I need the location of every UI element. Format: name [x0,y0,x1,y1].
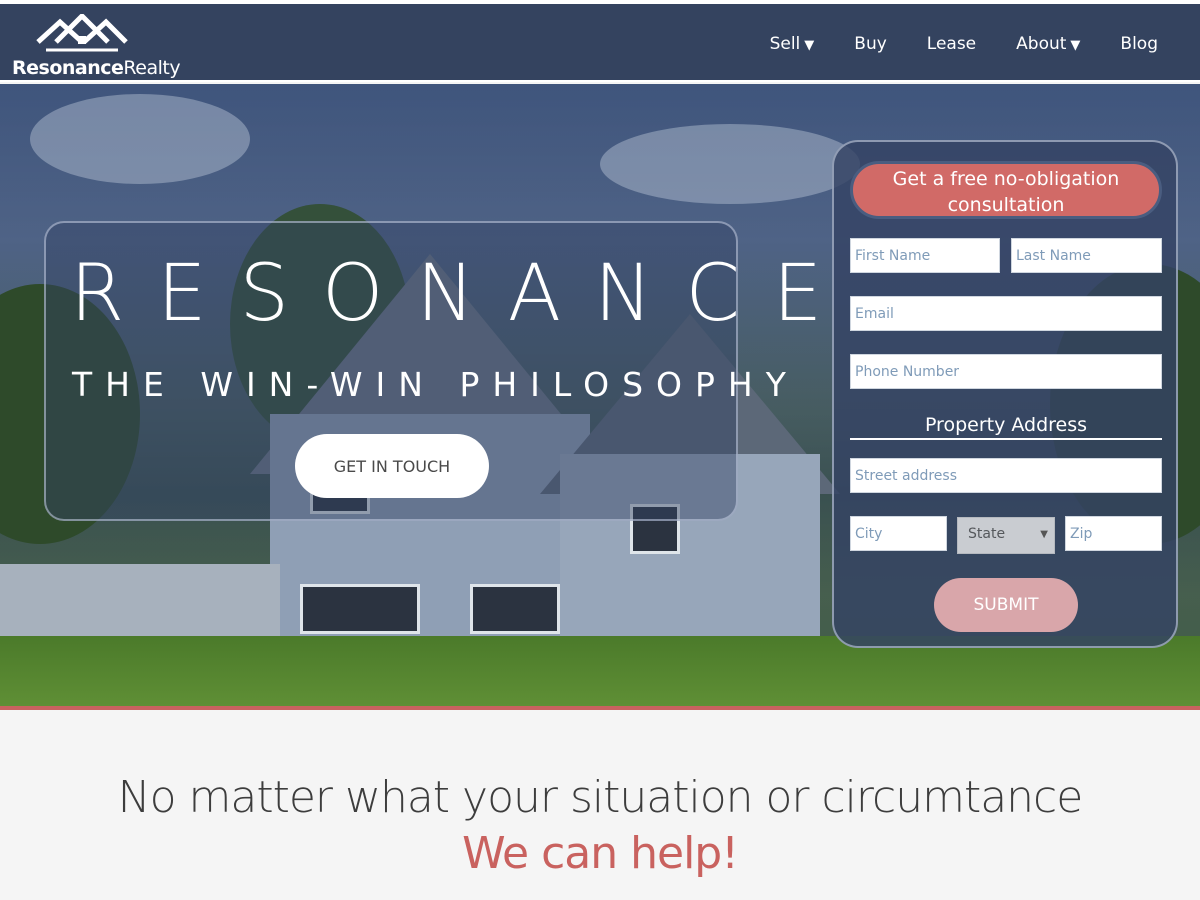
tagline-section: No matter what your situation or circumt… [0,710,1200,900]
chevron-down-icon: ▼ [1040,529,1048,540]
city-field[interactable] [850,516,947,551]
email-field[interactable] [850,296,1162,331]
submit-button[interactable]: SUBMIT [934,578,1078,632]
state-select[interactable]: State ▼ [957,517,1055,554]
hero-card: RESONANCE THE WIN-WIN PHILOSOPHY GET IN … [44,221,822,521]
house-window [470,584,560,634]
form-heading: Get a free no-obligation consultation [850,161,1162,219]
hero-subtitle: THE WIN-WIN PHILOSOPHY [72,365,799,404]
get-in-touch-button[interactable]: GET IN TOUCH [295,434,489,498]
cloud-shape [30,94,250,184]
hero-title: RESONANCE [70,249,856,339]
street-address-field[interactable] [850,458,1162,493]
hero-section: RESONANCE THE WIN-WIN PHILOSOPHY GET IN … [0,84,1200,706]
cloud-shape [600,124,860,204]
main-nav: Sell ▼ Buy Lease About ▼ Blog [730,34,1158,54]
nav-buy[interactable]: Buy [854,34,887,54]
nav-blog[interactable]: Blog [1120,34,1158,54]
phone-field[interactable] [850,354,1162,389]
nav-sell[interactable]: Sell ▼ [770,34,815,54]
house-window [300,584,420,634]
consultation-form: Get a free no-obligation consultation Pr… [832,140,1178,648]
nav-about[interactable]: About ▼ [1016,34,1080,54]
chevron-down-icon: ▼ [804,38,815,53]
tagline-accent: We can help! [462,828,739,879]
logo[interactable]: ResonanceRealty [12,12,181,82]
navbar: ResonanceRealty Sell ▼ Buy Lease About ▼ B… [0,4,1200,82]
last-name-field[interactable] [1011,238,1162,273]
property-address-label: Property Address [850,414,1162,440]
first-name-field[interactable] [850,238,1000,273]
zip-field[interactable] [1065,516,1162,551]
brand-name: ResonanceRealty [12,57,181,79]
chevron-down-icon: ▼ [1070,38,1081,53]
nav-lease[interactable]: Lease [927,34,976,54]
tagline-heading: No matter what your situation or circumt… [117,772,1084,823]
house-roofs-icon [36,14,128,52]
